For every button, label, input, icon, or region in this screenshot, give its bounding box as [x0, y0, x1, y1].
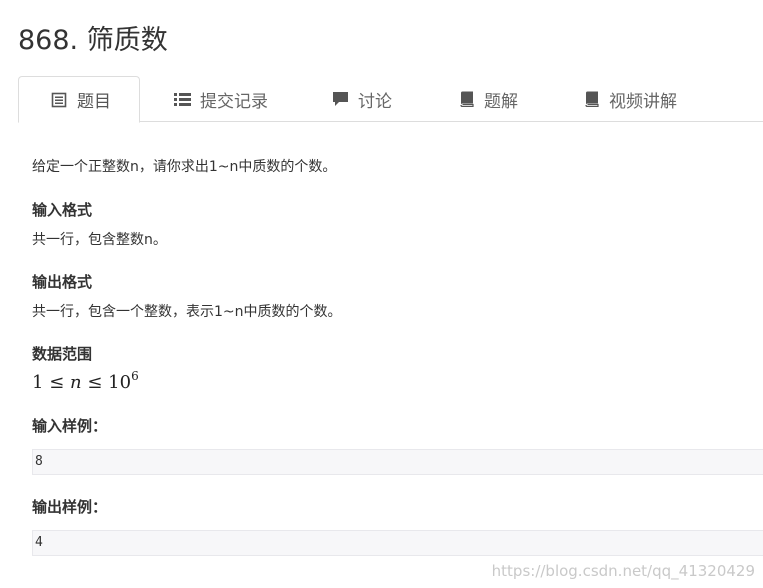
range-lower: 1 — [32, 372, 44, 393]
range-base: 10 — [108, 372, 132, 393]
output-format-heading: 输出格式 — [32, 273, 93, 291]
page-title: 868. 筛质数 — [18, 25, 168, 56]
sample-output-code[interactable]: 4 — [32, 530, 763, 556]
tab-discussion[interactable]: 讨论 — [331, 76, 392, 122]
tab-label: 视频讲解 — [609, 91, 677, 112]
problem-tabs: 题目 提交记录 讨论 题解 视频讲解 — [18, 76, 763, 123]
input-format-heading: 输入格式 — [32, 201, 93, 219]
tab-problem[interactable]: 题目 — [18, 76, 140, 123]
sample-input-code[interactable]: 8 — [32, 449, 763, 475]
tab-video-explanation[interactable]: 视频讲解 — [582, 76, 677, 122]
book-icon — [457, 90, 475, 108]
document-list-icon — [50, 91, 68, 109]
tab-label: 题目 — [77, 92, 111, 112]
tab-solutions[interactable]: 题解 — [457, 76, 518, 122]
range-variable: n — [70, 372, 82, 393]
le-symbol: ≤ — [49, 372, 65, 393]
data-range-formula: 1 ≤ n ≤ 106 — [32, 369, 139, 393]
problem-description: 给定一个正整数n，请你求出1~n中质数的个数。 — [32, 159, 337, 175]
book-icon — [582, 90, 600, 108]
tab-submissions[interactable]: 提交记录 — [173, 76, 268, 122]
tab-label: 讨论 — [358, 91, 392, 112]
output-format-text: 共一行，包含一个整数，表示1~n中质数的个数。 — [32, 304, 342, 320]
le-symbol: ≤ — [87, 372, 103, 393]
sample-input-heading: 输入样例： — [32, 417, 108, 435]
watermark: https://blog.csdn.net/qq_41320429 — [491, 562, 755, 580]
comment-icon — [331, 90, 349, 108]
data-range-heading: 数据范围 — [32, 345, 93, 363]
tab-label: 题解 — [484, 91, 518, 112]
range-exponent: 6 — [131, 369, 139, 383]
sample-output-heading: 输出样例： — [32, 498, 108, 516]
tab-label: 提交记录 — [200, 91, 268, 112]
input-format-text: 共一行，包含整数n。 — [32, 232, 167, 248]
list-icon — [173, 90, 191, 108]
